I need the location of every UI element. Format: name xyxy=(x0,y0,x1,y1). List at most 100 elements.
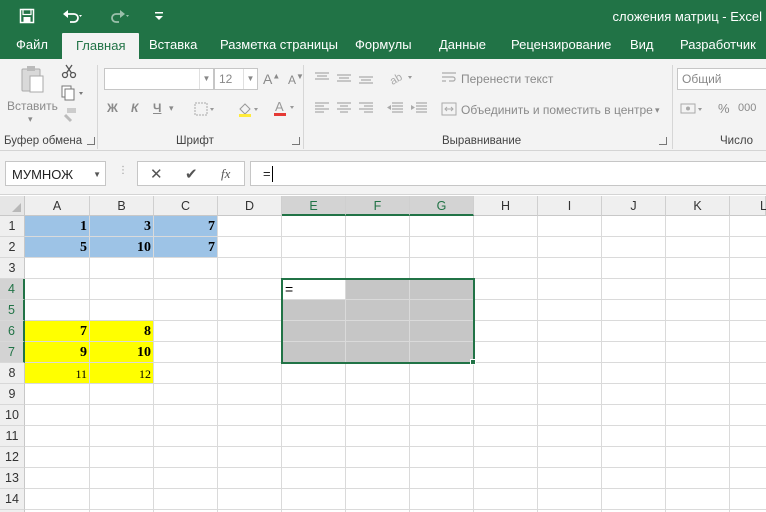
cell-b2[interactable]: 10 xyxy=(90,238,153,258)
tab-view[interactable]: Вид xyxy=(630,32,654,59)
format-painter-icon[interactable] xyxy=(60,107,78,126)
row-header[interactable]: 13 xyxy=(0,468,25,489)
cell-c1[interactable]: 7 xyxy=(154,217,217,237)
more-dots-icon[interactable]: ⋮ xyxy=(118,165,128,176)
align-right-icon[interactable] xyxy=(358,101,374,118)
align-left-icon[interactable] xyxy=(314,101,330,118)
wrap-text-button[interactable]: Перенести текст xyxy=(461,72,553,86)
cancel-icon[interactable]: ✕ xyxy=(150,165,163,183)
row-header[interactable]: 6 xyxy=(0,321,25,342)
merge-center-button[interactable]: Объединить и поместить в центре xyxy=(461,103,653,117)
column-header-j[interactable]: J xyxy=(602,196,666,216)
cell-a6[interactable]: 7 xyxy=(25,322,89,342)
column-header-f[interactable]: F xyxy=(346,196,410,216)
customize-icon[interactable] xyxy=(152,0,166,32)
font-launcher-icon[interactable] xyxy=(292,137,300,145)
formula-input[interactable]: = xyxy=(250,161,766,186)
paste-icon[interactable] xyxy=(18,65,46,95)
column-header-b[interactable]: B xyxy=(90,196,154,216)
borders-icon[interactable] xyxy=(193,101,217,120)
column-header-l[interactable]: L xyxy=(730,196,766,216)
chevron-down-icon[interactable]: ▼ xyxy=(93,170,101,179)
align-middle-icon[interactable] xyxy=(336,71,352,88)
row-header[interactable]: 8 xyxy=(0,363,25,384)
column-header-k[interactable]: K xyxy=(666,196,730,216)
enter-icon[interactable]: ✔ xyxy=(185,165,198,183)
chevron-down-icon[interactable]: ▼ xyxy=(243,69,257,89)
font-name-combo[interactable]: ▼ xyxy=(104,68,214,90)
cell-b6[interactable]: 8 xyxy=(90,322,153,342)
wrap-text-icon[interactable] xyxy=(441,71,457,88)
fill-color-icon[interactable] xyxy=(236,101,262,120)
undo-icon[interactable] xyxy=(58,0,88,32)
row-header[interactable]: 5 xyxy=(0,300,25,321)
orientation-icon[interactable]: ab xyxy=(388,69,416,88)
tab-file[interactable]: Файл xyxy=(16,32,48,59)
tab-data[interactable]: Данные xyxy=(439,32,486,59)
cell-a8[interactable]: 11 xyxy=(25,364,89,384)
tab-home[interactable]: Главная xyxy=(62,33,140,59)
cell-b7[interactable]: 10 xyxy=(90,343,153,363)
align-bottom-icon[interactable] xyxy=(358,71,374,88)
tab-review[interactable]: Рецензирование xyxy=(511,32,611,59)
font-size-combo[interactable]: 12 ▼ xyxy=(214,68,258,90)
row-header[interactable]: 14 xyxy=(0,489,25,510)
number-format-combo[interactable]: Общий xyxy=(677,68,766,90)
increase-indent-icon[interactable] xyxy=(410,101,428,118)
select-all-corner[interactable] xyxy=(0,196,25,216)
row-header[interactable]: 1 xyxy=(0,216,25,237)
italic-button[interactable]: К xyxy=(131,101,138,115)
column-header-a[interactable]: A xyxy=(25,196,90,216)
merge-dropdown-icon[interactable]: ▾ xyxy=(655,105,660,116)
row-header[interactable]: 10 xyxy=(0,405,25,426)
row-header[interactable]: 9 xyxy=(0,384,25,405)
column-header-c[interactable]: C xyxy=(154,196,218,216)
row-header[interactable]: 3 xyxy=(0,258,25,279)
increase-font-icon[interactable]: A▲ xyxy=(263,71,280,87)
cell-c2[interactable]: 7 xyxy=(154,238,217,258)
row-header[interactable]: 7 xyxy=(0,342,25,363)
cell-a2[interactable]: 5 xyxy=(25,238,89,258)
decrease-indent-icon[interactable] xyxy=(386,101,404,118)
name-box[interactable]: МУМНОЖ ▼ xyxy=(5,161,106,186)
insert-function-icon[interactable]: fx xyxy=(221,166,230,182)
column-header-d[interactable]: D xyxy=(218,196,282,216)
underline-dropdown-icon[interactable]: ▾ xyxy=(169,103,174,114)
thousands-button[interactable]: 000 xyxy=(738,102,756,114)
align-top-icon[interactable] xyxy=(314,71,330,88)
row-header[interactable]: 4 xyxy=(0,279,25,300)
font-color-icon[interactable]: A xyxy=(272,99,298,120)
alignment-launcher-icon[interactable] xyxy=(659,137,667,145)
row-header[interactable]: 2 xyxy=(0,237,25,258)
cell-a7[interactable]: 9 xyxy=(25,343,89,363)
cut-icon[interactable] xyxy=(60,63,78,82)
paste-dropdown-icon[interactable]: ▾ xyxy=(28,114,33,125)
clipboard-launcher-icon[interactable] xyxy=(87,137,95,145)
decrease-font-icon[interactable]: A▼ xyxy=(288,72,304,87)
column-header-h[interactable]: H xyxy=(474,196,538,216)
underline-button[interactable]: Ч xyxy=(153,101,161,115)
tab-page-layout[interactable]: Разметка страницы xyxy=(220,32,338,59)
cell-b1[interactable]: 3 xyxy=(90,217,153,237)
column-header-e[interactable]: E xyxy=(282,196,346,216)
tab-developer[interactable]: Разработчик xyxy=(680,32,756,59)
align-center-icon[interactable] xyxy=(336,101,352,118)
currency-format-icon[interactable] xyxy=(680,101,706,120)
column-header-i[interactable]: I xyxy=(538,196,602,216)
cell-b8[interactable]: 12 xyxy=(90,364,153,384)
cell-a1[interactable]: 1 xyxy=(25,217,89,237)
merge-center-icon[interactable] xyxy=(441,102,457,119)
tab-formulas[interactable]: Формулы xyxy=(355,32,412,59)
percent-button[interactable]: % xyxy=(718,101,730,116)
chevron-down-icon[interactable]: ▼ xyxy=(199,69,213,89)
worksheet-grid[interactable]: A B C D E F G H I J K L 1 2 3 4 5 6 7 8 … xyxy=(0,196,766,512)
row-header[interactable]: 11 xyxy=(0,426,25,447)
paste-button[interactable]: Вставить xyxy=(7,99,58,113)
column-header-g[interactable]: G xyxy=(410,196,474,216)
tab-insert[interactable]: Вставка xyxy=(149,32,197,59)
bold-button[interactable]: Ж xyxy=(107,101,118,115)
redo-icon[interactable] xyxy=(104,0,134,32)
save-icon[interactable] xyxy=(16,0,38,32)
row-header[interactable]: 12 xyxy=(0,447,25,468)
copy-icon[interactable] xyxy=(60,85,88,104)
